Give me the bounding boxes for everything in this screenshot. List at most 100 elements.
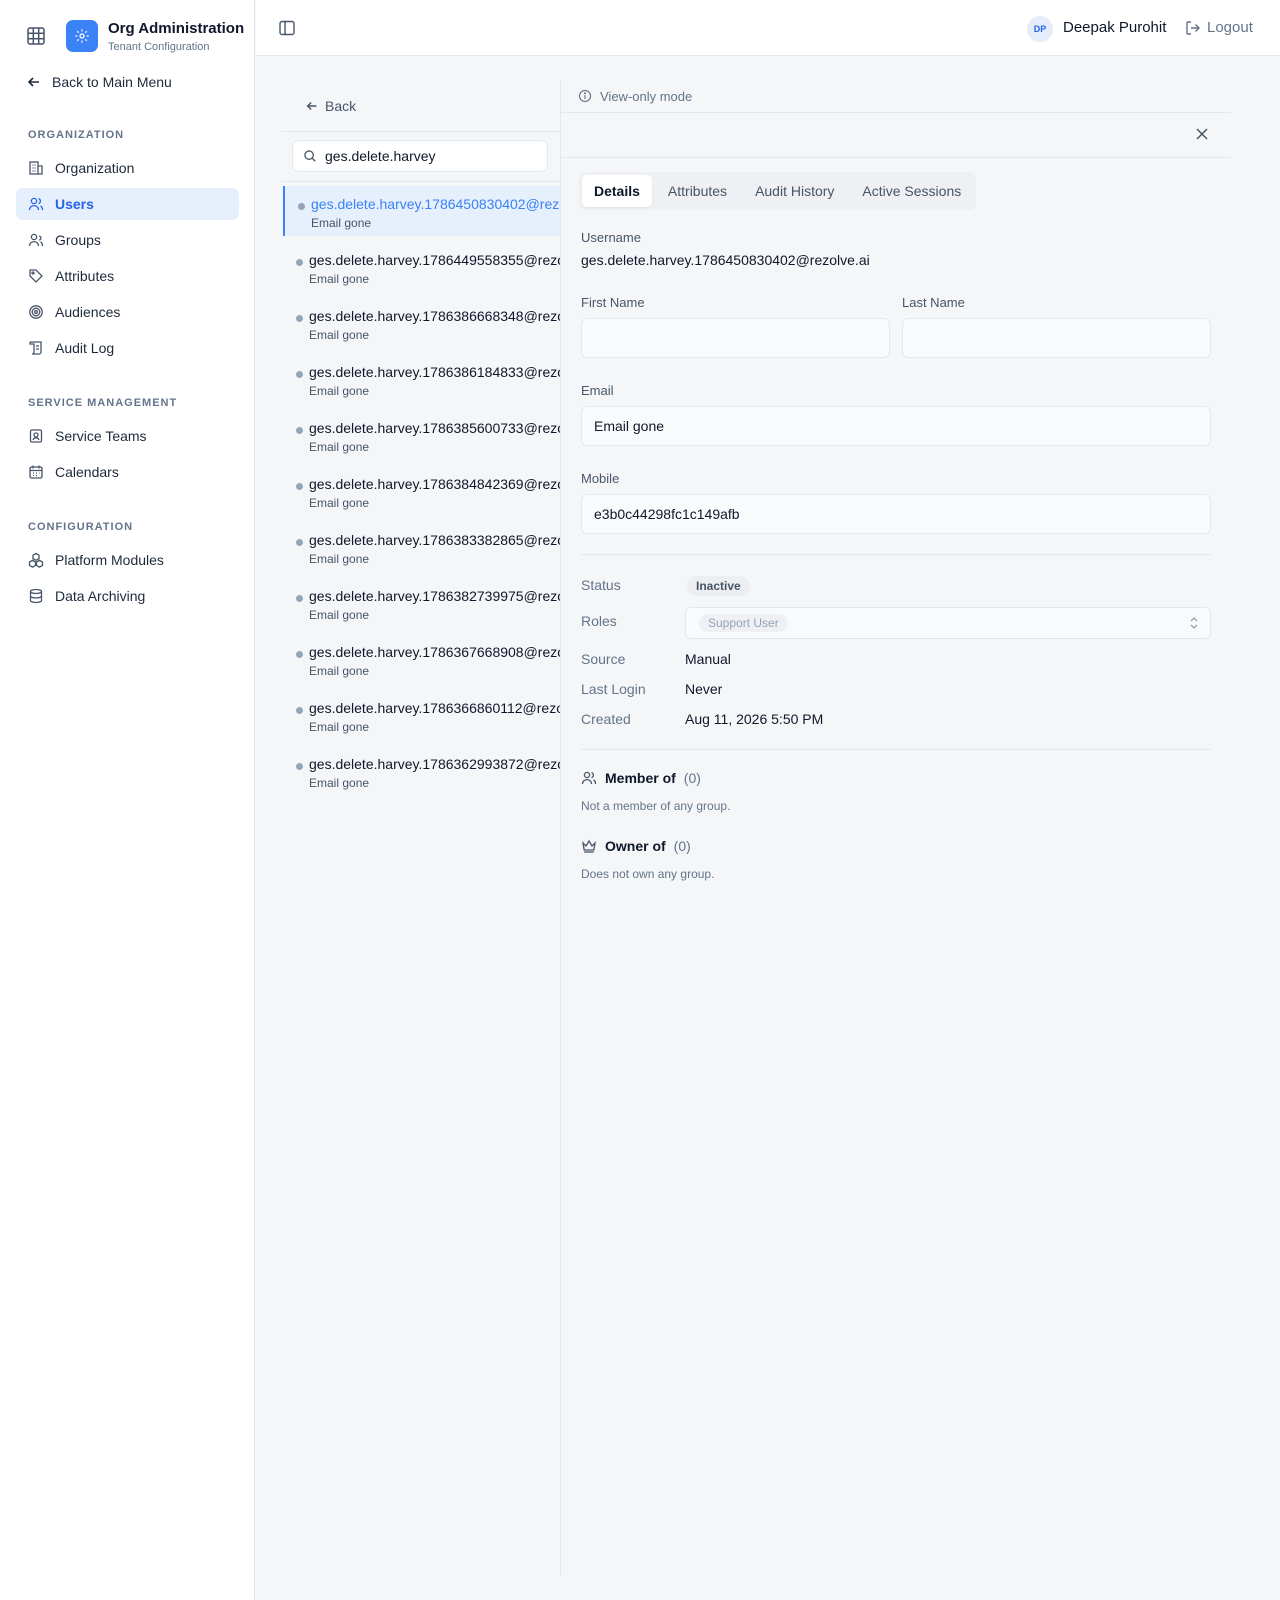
tab-details[interactable]: Details [582,175,652,207]
source-label: Source [581,651,626,667]
status-dot [298,203,305,210]
list-item-email: Email gone [309,776,370,790]
back-to-main-menu[interactable]: Back to Main Menu [26,74,172,90]
list-item-email: Email gone [311,216,372,230]
sidebar-item-organization[interactable]: Organization [16,152,239,184]
roles-select[interactable]: Support User [685,607,1211,639]
list-item-username: ges.delete.harvey.1786384842369@rezolve.… [309,476,560,492]
list-item[interactable]: ges.delete.harvey.1786386184833@rezolve.… [283,354,560,404]
last-name-field[interactable] [902,318,1211,358]
list-item[interactable]: ges.delete.harvey.1786367668908@rezolve.… [283,634,560,684]
target-icon [29,305,43,319]
list-item[interactable]: ges.delete.harvey.1786383382865@rezolve.… [283,522,560,572]
gear-icon [66,20,98,52]
list-item[interactable]: ges.delete.harvey.1786384842369@rezolve.… [283,466,560,516]
crown-icon [582,839,596,853]
sidebar-item-audiences[interactable]: Audiences [16,296,239,328]
sidebar-item-label: Data Archiving [55,588,146,604]
brand: Org Administration Tenant Configuration [0,0,255,70]
created-label: Created [581,711,631,727]
sidebar-item-platform-modules[interactable]: Platform Modules [16,544,239,576]
sidebar-item-label: Platform Modules [55,552,164,568]
sidebar-toggle-icon[interactable] [278,19,296,37]
username-label: Username [581,230,641,245]
user-name: Deepak Purohit [1063,19,1167,36]
sidebar-item-label: Audit Log [55,340,115,356]
sidebar-item-users[interactable]: Users [16,188,239,220]
logout-icon [1186,20,1200,35]
app-grid-icon[interactable] [26,26,46,46]
sidebar-item-service-teams[interactable]: Service Teams [16,420,239,452]
member-of-text: Not a member of any group. [581,799,731,813]
list-item[interactable]: ges.delete.harvey.1786386668348@rezolve.… [283,298,560,348]
status-label: Status [581,577,621,593]
search-input[interactable] [325,148,535,164]
list-item[interactable]: ges.delete.harvey.1786450830402@rezolve.… [283,186,560,236]
owner-of-count: (0) [673,838,691,854]
status-dot [296,707,303,714]
status-dot [296,763,303,770]
user-list-panel: Back ges.delete.harvey.1786450830402@rez… [281,80,560,1576]
divider [581,749,1211,750]
tab-audit-history[interactable]: Audit History [743,175,846,207]
brand-title: Org Administration [108,20,245,37]
logout-button[interactable]: Logout [1185,19,1253,36]
scroll-icon [29,341,42,355]
sidebar-item-attributes[interactable]: Attributes [16,260,239,292]
info-icon [578,89,592,103]
tab-active-sessions[interactable]: Active Sessions [850,175,973,207]
search-icon [304,150,316,162]
sidebar-item-data-archiving[interactable]: Data Archiving [16,580,239,612]
sidebar-item-label: Audiences [55,304,121,320]
list-item-username: ges.delete.harvey.1786450830402@rezolve.… [311,196,560,212]
list-item[interactable]: ges.delete.harvey.1786382739975@rezolve.… [283,578,560,628]
list-item[interactable]: ges.delete.harvey.1786362993872@rezolve.… [283,746,560,796]
back-button[interactable]: Back [305,98,356,114]
calendar-icon [29,465,43,479]
sidebar-item-label: Service Teams [55,428,147,444]
tab-attributes[interactable]: Attributes [656,175,739,207]
list-item-email: Email gone [309,608,370,622]
email-field[interactable]: Email gone [581,406,1211,446]
list-item[interactable]: ges.delete.harvey.1786385600733@rezolve.… [283,410,560,460]
sidebar-item-groups[interactable]: Groups [16,224,239,256]
list-item-email: Email gone [309,272,370,286]
first-name-field[interactable] [581,318,890,358]
member-of-count: (0) [683,770,701,786]
status-dot [296,483,303,490]
section-configuration: CONFIGURATION [28,521,134,533]
list-item-email: Email gone [309,720,370,734]
list-item-username: ges.delete.harvey.1786382739975@rezolve.… [309,588,560,604]
top-bar: DP Deepak Purohit Logout [256,0,1280,56]
member-of-heading: Member of (0) [581,770,701,786]
list-item-email: Email gone [309,496,370,510]
avatar[interactable]: DP [1027,16,1053,42]
sidebar-item-label: Attributes [55,268,115,284]
status-badge: Inactive [687,576,750,596]
username-value: ges.delete.harvey.1786450830402@rezolve.… [581,252,870,268]
close-icon[interactable] [1195,127,1209,141]
logout-label: Logout [1207,19,1253,36]
list-item[interactable]: ges.delete.harvey.1786366860112@rezolve.… [283,690,560,740]
source-value: Manual [685,651,731,667]
divider [281,131,560,132]
sidebar-item-label: Groups [55,232,101,248]
owner-of-label: Owner of [605,838,666,854]
mobile-field[interactable]: e3b0c44298fc1c149afb [581,494,1211,534]
list-item-username: ges.delete.harvey.1786383382865@rezolve.… [309,532,560,548]
users-icon [581,771,597,785]
role-chip: Support User [699,614,788,632]
status-dot [296,259,303,266]
list-item-email: Email gone [309,664,370,678]
sidebar-item-audit-log[interactable]: Audit Log [16,332,239,364]
chevron-updown-icon [1188,616,1200,630]
last-login-value: Never [685,681,723,697]
sidebar-item-calendars[interactable]: Calendars [16,456,239,488]
list-item[interactable]: ges.delete.harvey.1786449558355@rezolve.… [283,242,560,292]
list-item-username: ges.delete.harvey.1786366860112@rezolve.… [309,700,560,716]
boxes-icon [28,552,44,568]
sidebar-item-label: Users [55,196,94,212]
sidebar-item-label: Organization [55,160,135,176]
list-item-username: ges.delete.harvey.1786367668908@rezolve.… [309,644,560,660]
list-item-email: Email gone [309,328,370,342]
